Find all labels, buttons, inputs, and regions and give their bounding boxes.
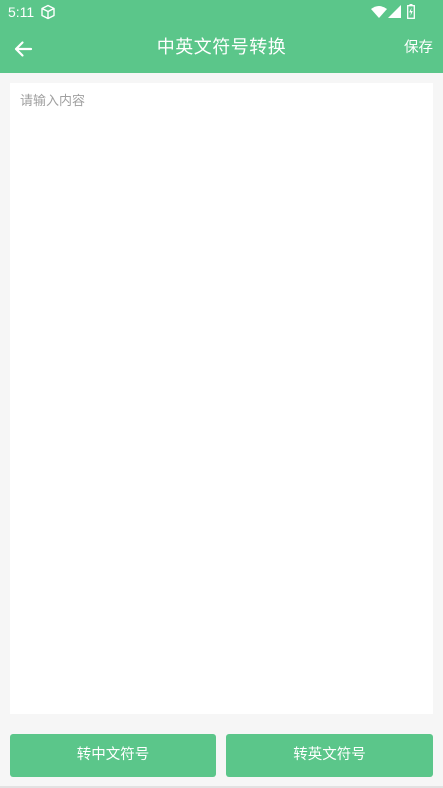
status-bar: 5:11 (0, 0, 443, 24)
app-bar: 中英文符号转换 保存 (0, 24, 443, 73)
wifi-icon (371, 6, 387, 18)
battery-icon (407, 4, 415, 19)
convert-to-english-symbols-button[interactable]: 转英文符号 (226, 734, 433, 777)
input-card (10, 83, 433, 714)
signal-icon (388, 5, 401, 18)
save-button[interactable]: 保存 (404, 38, 433, 58)
cube-icon (41, 4, 55, 20)
page-title: 中英文符号转换 (156, 37, 287, 58)
content-input[interactable] (10, 83, 433, 714)
status-time: 5:11 (8, 4, 35, 20)
convert-to-chinese-symbols-button[interactable]: 转中文符号 (10, 734, 216, 777)
